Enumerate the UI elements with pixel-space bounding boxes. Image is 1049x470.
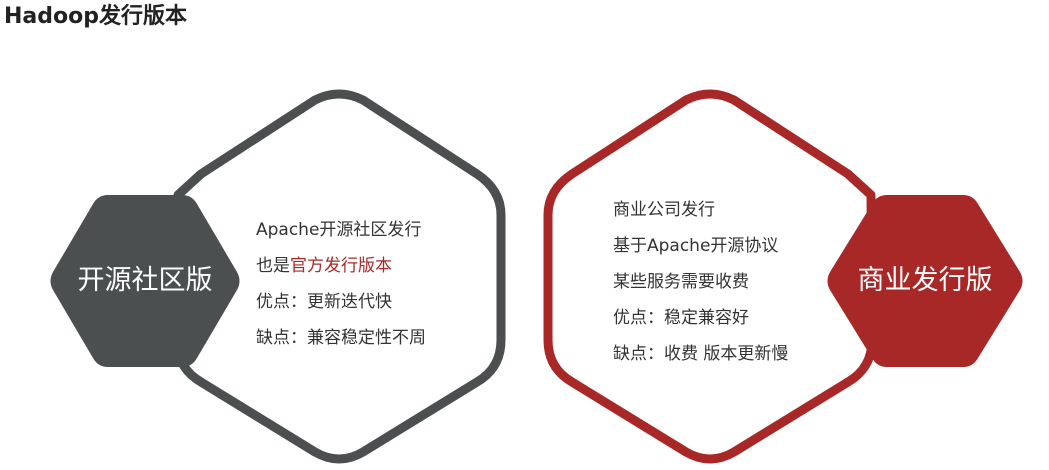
commercial-line: 优点：稳定兼容好 <box>613 308 749 328</box>
open-source-label: 开源社区版 <box>77 265 213 296</box>
official-release-highlight: 官方发行版本 <box>290 256 392 276</box>
distribution-diagram <box>50 89 1023 464</box>
commercial-line: 基于Apache开源协议 <box>613 236 779 256</box>
commercial-description: 商业公司发行 基于Apache开源协议 某些服务需要收费 优点：稳定兼容好 缺点… <box>613 192 788 372</box>
commercial-line: 缺点：收费 版本更新慢 <box>613 344 789 364</box>
open-source-line: 优点：更新迭代快 <box>256 292 392 312</box>
commercial-line: 商业公司发行 <box>613 200 715 220</box>
open-source-line: Apache开源社区发行 <box>256 220 422 240</box>
open-source-line: 缺点：兼容稳定性不周 <box>256 328 426 348</box>
commercial-label: 商业发行版 <box>857 265 993 296</box>
open-source-line-prefix: 也是 <box>256 256 290 276</box>
open-source-description: Apache开源社区发行 也是官方发行版本 优点：更新迭代快 缺点：兼容稳定性不… <box>256 212 426 356</box>
commercial-line: 某些服务需要收费 <box>613 272 749 292</box>
open-source-line: 也是官方发行版本 <box>256 248 426 284</box>
